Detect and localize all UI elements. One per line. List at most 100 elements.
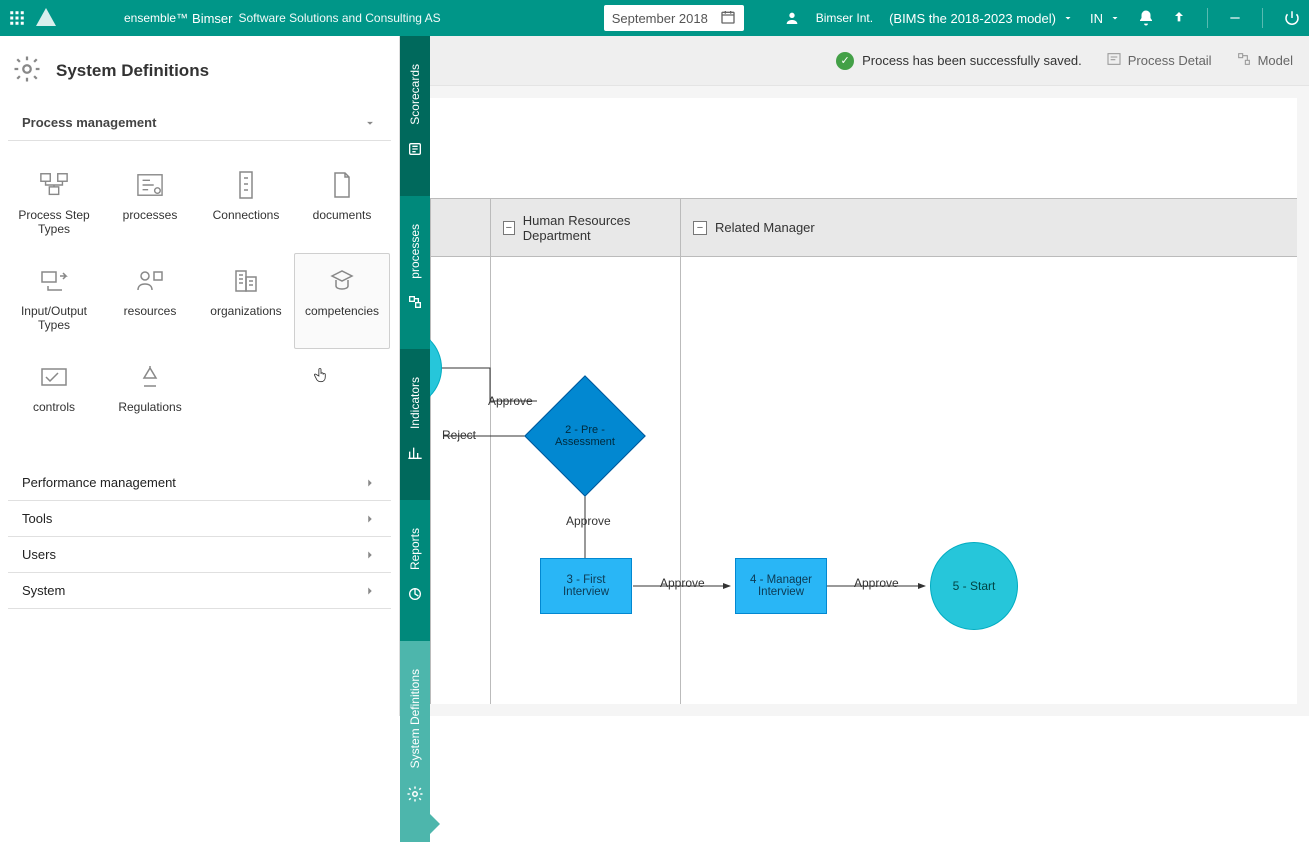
node-pre-assessment[interactable]: 2 - Pre - Assessment (542, 393, 628, 479)
minimize-icon[interactable] (1228, 11, 1242, 25)
divider (1262, 8, 1263, 28)
vtab-processes[interactable]: processes (400, 196, 430, 350)
connections-icon (234, 168, 258, 202)
process-detail-label: Process Detail (1128, 53, 1212, 68)
lane-body-manager[interactable] (681, 257, 1297, 704)
tile-process-step-types[interactable]: Process Step Types (6, 157, 102, 253)
section-label: Tools (22, 511, 52, 526)
tile-connections[interactable]: Connections (198, 157, 294, 253)
lane-head-0[interactable] (431, 199, 491, 256)
tile-io-types[interactable]: Input/Output Types (6, 253, 102, 349)
model-label: Model (1258, 53, 1293, 68)
collapse-icon[interactable]: − (503, 221, 515, 235)
gear-icon (406, 785, 424, 806)
model-icon (1236, 51, 1252, 70)
section-label: Performance management (22, 475, 176, 490)
node-label: 4 - Manager Interview (740, 574, 822, 598)
power-icon[interactable] (1283, 9, 1301, 27)
node-manager-interview[interactable]: 4 - Manager Interview (735, 558, 827, 614)
edge-label-approve-3: Approve (660, 576, 705, 590)
vtab-scorecards[interactable]: Scorecards (400, 36, 430, 196)
documents-icon (331, 168, 353, 202)
calendar-icon (720, 9, 736, 28)
tile-organizations[interactable]: organizations (198, 253, 294, 349)
sidebar-title: System Definitions (56, 61, 209, 81)
vtab-reports[interactable]: Reports (400, 500, 430, 641)
date-picker[interactable]: September 2018 (604, 5, 744, 31)
tile-label: controls (29, 400, 79, 414)
language-selector[interactable]: IN (1090, 11, 1121, 26)
tile-processes[interactable]: processes (102, 157, 198, 253)
section-performance-management[interactable]: Performance management (8, 465, 391, 501)
model-button[interactable]: Model (1236, 51, 1293, 70)
tile-documents[interactable]: documents (294, 157, 390, 253)
vtab-label: Scorecards (408, 64, 422, 125)
lane-head-hr[interactable]: − Human Resources Department (491, 199, 681, 256)
tile-competencies[interactable]: competencies (294, 253, 390, 349)
diagram-canvas[interactable]: − Human Resources Department − Related M… (430, 98, 1297, 704)
user-org-label[interactable]: Bimser Int. (816, 11, 873, 25)
section-system[interactable]: System (8, 573, 391, 609)
vtab-indicators[interactable]: Indicators (400, 349, 430, 500)
tile-label: Process Step Types (7, 208, 101, 237)
section-tools[interactable]: Tools (8, 501, 391, 537)
resources-icon (135, 264, 165, 298)
topbar: ensemble™ Bimser Software Solutions and … (0, 0, 1309, 36)
company-subtitle: Software Solutions and Consulting AS (238, 11, 440, 25)
tile-resources[interactable]: resources (102, 253, 198, 349)
lane-headers: − Human Resources Department − Related M… (431, 199, 1297, 257)
section-process-management[interactable]: Process management (8, 105, 391, 141)
upload-icon[interactable] (1171, 10, 1187, 26)
tile-regulations[interactable]: Regulations (102, 349, 198, 445)
sidebar: System Definitions Process management Pr… (0, 36, 400, 716)
detail-icon (1106, 51, 1122, 70)
section-users[interactable]: Users (8, 537, 391, 573)
save-status: ✓ Process has been successfully saved. (836, 52, 1082, 70)
tile-label: resources (120, 304, 181, 318)
node-label: 2 - Pre - Assessment (545, 424, 625, 448)
company-name: Bimser (192, 11, 232, 26)
chevron-down-icon (1109, 12, 1121, 24)
vtab-label: Indicators (408, 377, 422, 429)
tile-controls[interactable]: controls (6, 349, 102, 445)
tile-grid: Process Step Types processes Connections… (0, 141, 399, 465)
apps-menu-icon[interactable] (8, 9, 26, 27)
lane-body-0[interactable] (431, 257, 491, 704)
tile-label: competencies (301, 304, 383, 318)
vtab-system-definitions[interactable]: System Definitions (400, 641, 430, 841)
lane-bodies (431, 257, 1297, 704)
node-label: 5 - Start (953, 579, 996, 593)
lane-head-manager[interactable]: − Related Manager (681, 199, 1297, 256)
vertical-tabs: Scorecards processes Indicators Reports … (400, 36, 430, 716)
node-first-interview[interactable]: 3 - First Interview (540, 558, 632, 614)
brand-label: ensemble™ (124, 11, 188, 25)
tile-label: processes (119, 208, 182, 222)
sidebar-title-row: System Definitions (0, 36, 399, 105)
organizations-icon (232, 264, 260, 298)
chevron-right-icon (363, 512, 377, 526)
bell-icon[interactable] (1137, 9, 1155, 27)
vtab-label: processes (408, 224, 422, 279)
content-area: ✓ Process has been successfully saved. P… (430, 36, 1309, 716)
user-icon[interactable] (784, 10, 800, 26)
process-detail-button[interactable]: Process Detail (1106, 51, 1212, 70)
collapse-icon[interactable]: − (693, 221, 707, 235)
brand-block: ensemble™ (34, 4, 188, 32)
node-start[interactable]: 5 - Start (930, 542, 1018, 630)
chevron-right-icon (363, 584, 377, 598)
indicators-icon (407, 445, 423, 464)
tile-label: Regulations (114, 400, 185, 414)
chevron-down-icon (363, 116, 377, 130)
edge-label-approve-1: Approve (488, 394, 533, 408)
processes-tab-icon (407, 294, 423, 313)
lane-label: Related Manager (715, 220, 815, 235)
tile-label: Connections (209, 208, 284, 222)
edge-label-approve-4: Approve (854, 576, 899, 590)
main: System Definitions Process management Pr… (0, 36, 1309, 716)
model-selector[interactable]: (BIMS the 2018-2023 model) (889, 11, 1074, 26)
chevron-right-icon (363, 476, 377, 490)
edge-label-reject: Reject (442, 428, 476, 442)
node-label: 3 - First Interview (545, 574, 627, 598)
tile-label: organizations (206, 304, 285, 318)
tile-label: Input/Output Types (7, 304, 101, 333)
